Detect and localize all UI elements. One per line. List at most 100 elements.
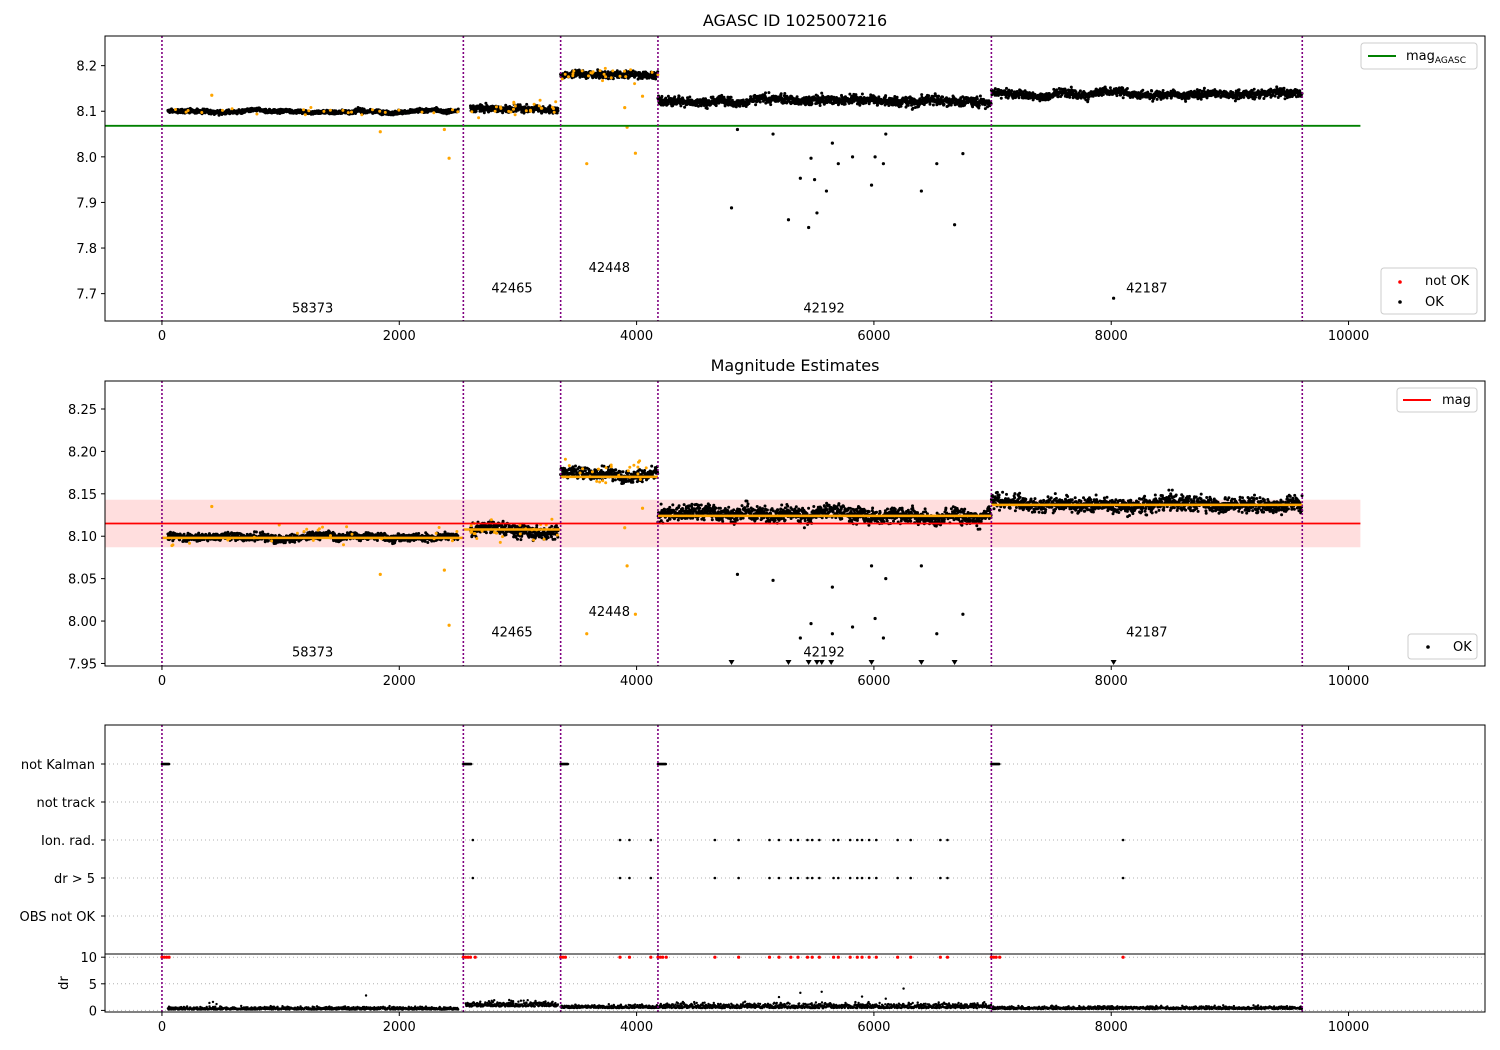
legend-swatch-dot	[1398, 300, 1402, 304]
data-point	[677, 94, 681, 98]
data-point	[474, 109, 478, 113]
suspect-point	[540, 106, 544, 110]
suspect-point	[552, 107, 555, 111]
data-point	[758, 100, 762, 104]
data-point	[1108, 86, 1112, 90]
suspect-point	[602, 72, 606, 76]
suspect-point	[174, 108, 177, 111]
data-point	[795, 95, 799, 99]
outlier-point	[786, 218, 791, 222]
data-point	[688, 95, 692, 99]
suspect-point	[303, 113, 307, 117]
obsid-label: 42192	[803, 301, 844, 316]
data-point	[1038, 99, 1042, 103]
suspect-point	[221, 108, 224, 112]
suspect-point	[603, 66, 607, 70]
data-point	[937, 94, 941, 98]
data-point	[525, 102, 529, 106]
suspect-point	[618, 74, 622, 78]
suspect-point	[302, 108, 305, 112]
data-point	[738, 104, 742, 108]
outlier-point	[809, 156, 813, 160]
outlier-point	[830, 141, 834, 145]
data-point	[1202, 86, 1206, 90]
suspect-point	[624, 75, 628, 79]
data-point	[1121, 86, 1125, 90]
suspect-point	[509, 110, 513, 114]
suspect-point	[580, 69, 584, 73]
outlier-point	[771, 132, 775, 136]
suspect-point	[200, 111, 204, 114]
outlier-point	[815, 211, 819, 215]
suspect-point	[307, 109, 311, 113]
suspect-point	[513, 104, 517, 108]
outlier-point	[807, 225, 811, 230]
figure: AGASC ID 1025007216 58373424654244842192…	[20, 11, 1486, 1035]
outlier-point	[729, 206, 734, 210]
suspect-point	[512, 107, 515, 111]
suspect-point	[512, 101, 516, 105]
y-tick-label: 8.0	[76, 151, 97, 166]
data-point	[858, 103, 862, 107]
data-point	[1064, 89, 1068, 92]
data-point	[820, 91, 824, 95]
x-tick-label: 6000	[857, 329, 890, 344]
data-point	[729, 95, 733, 99]
data-point	[1141, 88, 1145, 92]
data-point	[456, 107, 460, 111]
data-points	[166, 457, 1304, 640]
outlier-point	[952, 223, 957, 227]
suspect-point	[470, 110, 474, 114]
data-point	[1155, 97, 1159, 101]
data-point	[679, 104, 683, 108]
panel-1-legend-top: magAGASC	[1360, 42, 1478, 70]
data-point	[556, 109, 560, 113]
outlier-point	[798, 176, 802, 180]
data-points	[166, 66, 1304, 300]
suspect-point	[537, 104, 541, 108]
suspect-outlier-point	[633, 151, 638, 155]
data-point	[1252, 87, 1256, 91]
suspect-point	[456, 110, 460, 114]
suspect-point	[633, 82, 637, 86]
outlier-point	[881, 162, 886, 166]
suspect-point	[598, 69, 602, 73]
data-point	[975, 97, 979, 101]
legend-label: OK	[1425, 295, 1444, 310]
data-point	[941, 95, 945, 99]
data-point	[636, 77, 640, 81]
suspect-outlier-point	[447, 156, 451, 160]
data-point	[843, 102, 847, 106]
data-point	[977, 106, 981, 110]
data-point	[1150, 89, 1154, 93]
suspect-point	[378, 109, 382, 113]
data-point	[927, 94, 931, 98]
suspect-point	[567, 75, 570, 79]
outlier-point	[812, 178, 817, 182]
data-point	[1237, 88, 1241, 92]
suspect-point	[341, 108, 345, 112]
data-point	[705, 107, 709, 110]
data-point	[860, 92, 864, 96]
suspect-point	[532, 102, 536, 106]
suspect-point	[629, 68, 633, 72]
x-tick-label: 10000	[1328, 329, 1369, 344]
suspect-point	[609, 76, 613, 80]
data-point	[1087, 95, 1091, 99]
suspect-point	[513, 113, 517, 117]
suspect-point	[563, 72, 567, 76]
panel-1-frame	[104, 35, 1486, 322]
obsid-label: 42465	[491, 281, 532, 296]
suspect-point	[554, 100, 558, 104]
suspect-point	[383, 110, 387, 114]
data-point	[754, 103, 758, 107]
data-point	[899, 104, 903, 108]
data-point	[660, 94, 664, 98]
data-point	[673, 95, 677, 99]
data-point	[810, 102, 814, 106]
suspect-point	[255, 112, 259, 116]
suspect-point	[587, 74, 590, 78]
y-tick-label: 8.2	[76, 60, 97, 75]
legend-swatch-dot	[1398, 280, 1402, 284]
y-tick-label: 8.1	[76, 105, 97, 120]
